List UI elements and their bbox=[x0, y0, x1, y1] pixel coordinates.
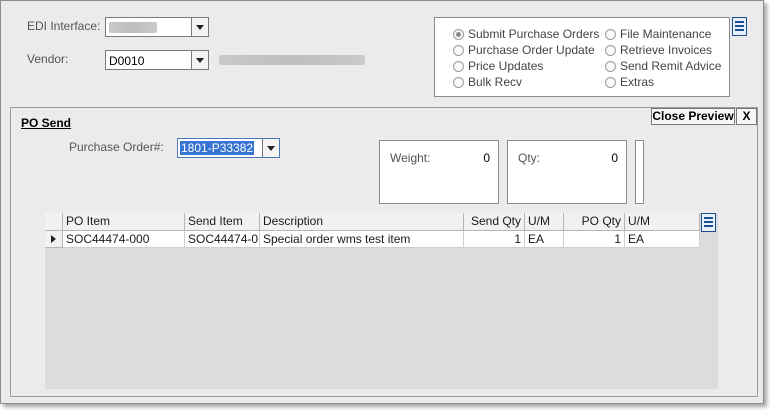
radio-submit-po[interactable] bbox=[453, 29, 464, 40]
vendor-select[interactable]: D0010 bbox=[105, 50, 209, 70]
po-items-grid: PO Item Send Item Description Send Qty U… bbox=[45, 213, 718, 389]
po-number-label: Purchase Order#: bbox=[69, 140, 164, 154]
po-number-select[interactable]: 1801-P33382 bbox=[177, 138, 280, 158]
column-header-um[interactable]: U/M bbox=[525, 213, 564, 231]
chevron-down-icon[interactable] bbox=[191, 18, 208, 36]
vendor-value: D0010 bbox=[109, 54, 145, 68]
table-cell[interactable]: EA bbox=[625, 231, 700, 248]
option-label[interactable]: Bulk Recv bbox=[468, 75, 522, 89]
chevron-down-icon[interactable] bbox=[191, 51, 208, 69]
table-cell[interactable]: 1 bbox=[564, 231, 625, 248]
table-cell[interactable]: EA bbox=[525, 231, 564, 248]
grid-menu-icon[interactable] bbox=[701, 213, 716, 232]
row-pointer-icon[interactable] bbox=[45, 231, 63, 248]
column-header-send-item[interactable]: Send Item bbox=[185, 213, 260, 231]
column-header-description[interactable]: Description bbox=[260, 213, 464, 231]
option-label[interactable]: Purchase Order Update bbox=[468, 43, 595, 57]
vendor-name-redacted bbox=[219, 55, 365, 65]
edi-interface-value-redacted bbox=[109, 22, 157, 33]
option-label[interactable]: Price Updates bbox=[468, 59, 543, 73]
qty-label: Qty: bbox=[518, 151, 541, 165]
extra-box bbox=[635, 140, 644, 204]
option-label[interactable]: Send Remit Advice bbox=[620, 59, 721, 73]
qty-value: 0 bbox=[611, 151, 618, 165]
po-send-panel: PO Send Close Preview X Purchase Order#:… bbox=[10, 107, 758, 397]
chevron-down-icon[interactable] bbox=[262, 139, 279, 157]
table-cell[interactable]: SOC44474-0 bbox=[185, 231, 260, 248]
edi-window: EDI Interface: Vendor: D0010 Submit Purc… bbox=[0, 0, 764, 404]
radio-retrieve-invoices[interactable] bbox=[605, 45, 616, 56]
weight-box: Weight: 0 bbox=[379, 140, 499, 204]
po-number-value: 1801-P33382 bbox=[180, 141, 255, 155]
radio-extras[interactable] bbox=[605, 77, 616, 88]
option-label[interactable]: File Maintenance bbox=[620, 27, 711, 41]
edi-interface-label: EDI Interface: bbox=[27, 19, 101, 33]
close-x-button[interactable]: X bbox=[736, 108, 757, 125]
qty-box: Qty: 0 bbox=[507, 140, 627, 204]
options-menu-icon[interactable] bbox=[732, 17, 747, 36]
table-cell[interactable]: Special order wms test item bbox=[260, 231, 464, 248]
panel-title: PO Send bbox=[21, 116, 72, 130]
weight-label: Weight: bbox=[390, 151, 431, 165]
row-header-corner bbox=[45, 213, 63, 231]
column-header-send-qty[interactable]: Send Qty bbox=[464, 213, 525, 231]
radio-send-remit-advice[interactable] bbox=[605, 61, 616, 72]
radio-price-updates[interactable] bbox=[453, 61, 464, 72]
option-label[interactable]: Extras bbox=[620, 75, 654, 89]
weight-value: 0 bbox=[483, 151, 490, 165]
table-cell[interactable]: SOC44474-000 bbox=[63, 231, 185, 248]
close-preview-button[interactable]: Close Preview bbox=[651, 108, 735, 125]
vendor-label: Vendor: bbox=[27, 52, 69, 66]
edi-interface-select[interactable] bbox=[105, 17, 209, 37]
option-label[interactable]: Retrieve Invoices bbox=[620, 43, 712, 57]
option-label[interactable]: Submit Purchase Orders bbox=[468, 27, 599, 41]
table-cell[interactable]: 1 bbox=[464, 231, 525, 248]
column-header-po-item[interactable]: PO Item bbox=[63, 213, 185, 231]
radio-bulk-recv[interactable] bbox=[453, 77, 464, 88]
radio-po-update[interactable] bbox=[453, 45, 464, 56]
radio-file-maintenance[interactable] bbox=[605, 29, 616, 40]
column-header-po-qty[interactable]: PO Qty bbox=[564, 213, 625, 231]
action-options-box: Submit Purchase Orders Purchase Order Up… bbox=[434, 17, 730, 97]
column-header-um[interactable]: U/M bbox=[625, 213, 700, 231]
